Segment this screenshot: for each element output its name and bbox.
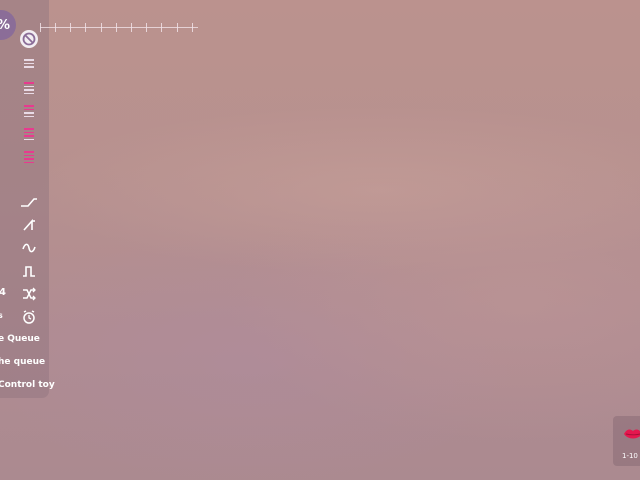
- slider-tick: [116, 23, 117, 32]
- slider-tick: [131, 23, 132, 32]
- slider-tick: [161, 23, 162, 32]
- intensity-slider[interactable]: [40, 23, 198, 33]
- slider-track: [40, 27, 198, 28]
- in-queue-button[interactable]: he queue: [0, 357, 45, 367]
- cycle-count-label: 4: [0, 287, 6, 298]
- level-3-button[interactable]: [24, 105, 34, 119]
- control-toy-button[interactable]: Control toy: [0, 380, 55, 390]
- slider-tick: [177, 23, 178, 32]
- slider-tick: [85, 23, 86, 32]
- tip-menu-badge[interactable]: 1-10 t: [613, 416, 640, 466]
- tip-range-text: 1-10 t: [622, 452, 640, 460]
- timer-label: s: [0, 311, 3, 320]
- step-ramp-icon[interactable]: [20, 217, 38, 233]
- video-background: [0, 0, 640, 480]
- level-5-button[interactable]: [24, 151, 34, 165]
- lips-icon: [624, 429, 640, 439]
- slider-tick: [40, 23, 41, 32]
- level-4-button[interactable]: [24, 128, 34, 142]
- slider-tick: [101, 23, 102, 32]
- shuffle-icon[interactable]: [20, 286, 38, 302]
- wave-icon[interactable]: [20, 240, 38, 256]
- level-1-button[interactable]: [24, 59, 34, 70]
- ramp-up-icon[interactable]: [20, 194, 38, 210]
- pulse-icon[interactable]: [20, 263, 38, 279]
- level-2-button[interactable]: [24, 82, 34, 96]
- stop-icon[interactable]: [20, 30, 38, 48]
- slider-tick: [192, 23, 193, 32]
- slider-tick: [146, 23, 147, 32]
- intensity-percent-text: %: [0, 18, 10, 33]
- slider-tick: [55, 23, 56, 32]
- alarm-clock-icon[interactable]: [20, 309, 38, 325]
- slider-tick: [70, 23, 71, 32]
- join-queue-button[interactable]: e Queue: [0, 334, 40, 344]
